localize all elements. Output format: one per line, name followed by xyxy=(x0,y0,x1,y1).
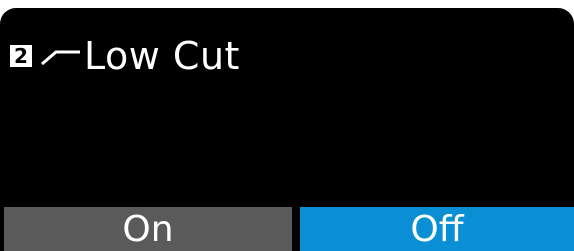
off-button[interactable]: Off xyxy=(300,207,574,251)
device-display: 2 Low Cut On Off xyxy=(0,8,574,251)
on-button[interactable]: On xyxy=(4,207,292,251)
off-button-label: Off xyxy=(410,208,464,250)
menu-title: Low Cut xyxy=(84,34,240,78)
channel-number-badge: 2 xyxy=(10,45,32,67)
low-cut-filter-icon xyxy=(40,44,82,68)
menu-header: 2 Low Cut xyxy=(10,34,240,78)
on-button-label: On xyxy=(122,208,174,250)
